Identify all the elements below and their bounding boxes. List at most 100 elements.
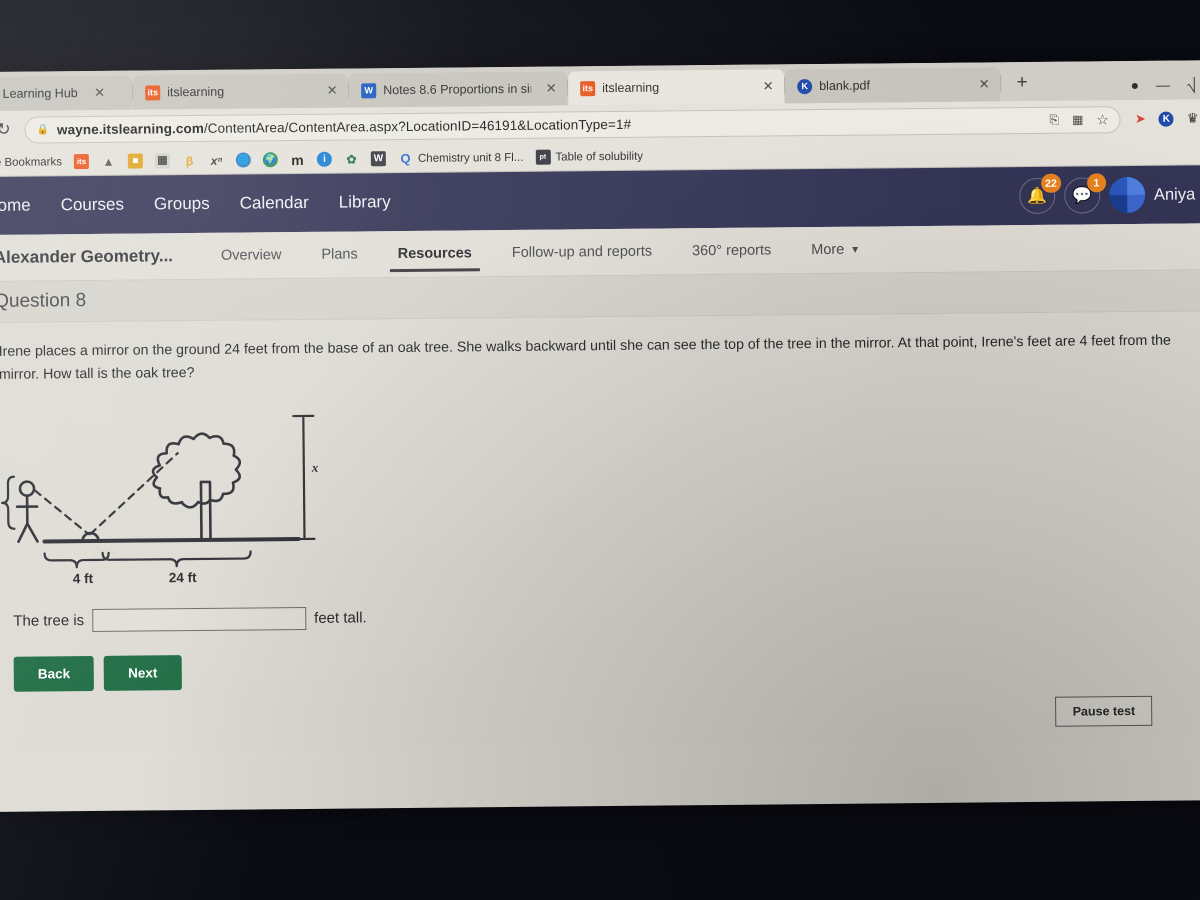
tab-close-icon[interactable]: ✕: [761, 78, 775, 94]
message-count-badge: 1: [1086, 173, 1106, 193]
bookmark-chemistry[interactable]: Q Chemistry unit 8 Fl...: [398, 150, 524, 166]
bookmark-calculator[interactable]: ▦: [154, 153, 171, 169]
tab-360-reports[interactable]: 360° reports: [672, 227, 792, 274]
bookmark-sky[interactable]: ▲: [101, 154, 116, 169]
pause-test-wrap: Pause test: [1055, 695, 1153, 727]
answer-suffix-label: feet tall.: [314, 609, 367, 627]
question-nav-buttons: Back Next: [0, 621, 1200, 692]
tab-follow-up-and-reports[interactable]: Follow-up and reports: [492, 228, 673, 276]
nav-link-home[interactable]: Home: [0, 196, 31, 216]
answer-input[interactable]: [92, 606, 307, 633]
tab-label: Plans: [321, 246, 358, 263]
kami-icon[interactable]: K: [1158, 111, 1174, 127]
bookmark-wikipedia[interactable]: W: [370, 151, 387, 167]
tab-close-icon[interactable]: ✕: [977, 76, 991, 92]
bookmark-label: Chemistry unit 8 Fl...: [417, 151, 524, 165]
m-icon: m: [291, 151, 304, 168]
address-bar[interactable]: 🔒 wayne.itslearning.com/ContentArea/Cont…: [24, 105, 1122, 144]
sky-icon: ▲: [102, 154, 115, 169]
itslearning-icon: its: [73, 154, 90, 170]
bookmark-contacts[interactable]: ■: [127, 153, 144, 169]
new-tab-button[interactable]: +: [1007, 68, 1037, 98]
tab-title: blank.pdf: [819, 78, 870, 94]
nav-link-calendar[interactable]: Calendar: [240, 193, 309, 214]
browser-tab-active[interactable]: its itslearning ✕: [568, 69, 785, 106]
earth-green-icon: 🌍: [262, 152, 279, 168]
next-button[interactable]: Next: [103, 655, 182, 691]
tab-close-icon[interactable]: ✕: [325, 83, 339, 99]
tab-overview[interactable]: Overview: [201, 232, 302, 279]
star-icon[interactable]: ☆: [1096, 111, 1109, 128]
extension-icons: ➤ K ♛: [1131, 110, 1199, 127]
grid-icon[interactable]: ▦: [1072, 112, 1083, 126]
course-tabs: Overview Plans Resources Follow-up and r…: [201, 226, 881, 279]
tab-close-icon[interactable]: ✕: [544, 81, 558, 97]
itslearning-icon: its: [145, 84, 161, 100]
bookmark-info[interactable]: i: [316, 151, 333, 167]
itslearning-icon: its: [580, 80, 596, 96]
url-path: /ContentArea/ContentArea.aspx?LocationID…: [203, 116, 632, 136]
minimize-button[interactable]: —: [1156, 77, 1170, 93]
back-button[interactable]: Back: [13, 655, 95, 692]
globe-icon: 🌐: [235, 152, 252, 168]
nav-links: Home Courses Groups Calendar Library: [0, 192, 391, 216]
math-icon: xⁿ: [210, 153, 223, 168]
word-icon: W: [361, 82, 377, 98]
pause-test-button[interactable]: Pause test: [1055, 695, 1153, 727]
tab-label: 360° reports: [692, 242, 772, 260]
question-content: Question 8 Irene places a mirror on the …: [0, 270, 1200, 752]
leaf-icon: ✿: [346, 151, 357, 167]
mirror-distance-label: 4 ft: [73, 571, 94, 586]
tree-height-label: x: [311, 460, 319, 475]
quizlet-icon: Q: [400, 150, 411, 167]
bookmark-itslearning[interactable]: its: [73, 154, 90, 170]
browser-tab[interactable]: W Notes 8.6 Proportions in sim ✕: [349, 71, 568, 108]
tab-label: More: [811, 241, 845, 259]
cast-icon[interactable]: ⎘: [1049, 112, 1059, 127]
bookmark-globe[interactable]: 🌐: [235, 152, 252, 168]
calculator-icon: ▦: [154, 153, 171, 169]
nav-link-groups[interactable]: Groups: [154, 194, 210, 215]
notifications-button[interactable]: 🔔 22: [1018, 173, 1061, 215]
window-controls: ● — ⎷: [1131, 76, 1200, 100]
omnibox-icons: ⎘ ▦ ☆: [1049, 111, 1109, 129]
pear-deck-icon[interactable]: ➤: [1135, 111, 1146, 127]
tab-title: Notes 8.6 Proportions in sim: [383, 81, 532, 98]
nav-link-courses[interactable]: Courses: [61, 195, 125, 216]
profile-icon[interactable]: ●: [1131, 77, 1140, 93]
browser-tab[interactable]: its itslearning ✕: [133, 73, 349, 110]
bookmark-earth-green[interactable]: 🌍: [262, 152, 279, 168]
diagram-svg: x 5.5 ft 4 ft 24 ft: [1, 414, 319, 586]
tab-more[interactable]: More ▼: [791, 226, 880, 273]
browser-tab[interactable]: K blank.pdf ✕: [785, 67, 1001, 104]
tab-resources[interactable]: Resources: [377, 230, 492, 277]
tab-separator: [1000, 75, 1002, 93]
browser-tab[interactable]: e Learning Hub ✕: [0, 75, 133, 112]
messages-button[interactable]: 💬 1: [1063, 173, 1106, 214]
bookmark-leaf[interactable]: ✿: [344, 151, 359, 166]
maximize-button[interactable]: ⎷: [1187, 76, 1196, 92]
reload-icon[interactable]: ↻: [0, 120, 15, 140]
avatar[interactable]: [1108, 176, 1146, 214]
tab-label: Overview: [220, 247, 282, 264]
user-name[interactable]: Aniya: [1154, 185, 1195, 204]
bookmarks-label: e Bookmarks: [0, 155, 63, 169]
tab-title: itslearning: [602, 80, 660, 96]
tab-plans[interactable]: Plans: [301, 231, 378, 278]
bookmark-math[interactable]: xⁿ: [209, 153, 224, 168]
contacts-icon: ■: [127, 153, 144, 169]
notification-count-badge: 22: [1041, 173, 1061, 193]
computer-screen: e Learning Hub ✕ its itslearning ✕ W Not…: [0, 60, 1200, 812]
bookmark-m[interactable]: m: [290, 151, 305, 168]
course-title[interactable]: Alexander Geometry...: [0, 246, 173, 268]
chevron-down-icon: ▼: [850, 244, 861, 256]
tab-label: Resources: [397, 245, 472, 263]
puzzle-icon[interactable]: ♛: [1187, 110, 1199, 126]
url-domain: wayne.itslearning.com: [56, 120, 204, 137]
tab-close-icon[interactable]: ✕: [93, 85, 107, 101]
bookmark-solubility[interactable]: pt Table of solubility: [535, 149, 643, 165]
nav-link-library[interactable]: Library: [339, 192, 391, 212]
bookmark-bitly[interactable]: β: [182, 153, 197, 168]
tab-label: Follow-up and reports: [511, 243, 653, 261]
bookmark-label: Table of solubility: [555, 150, 644, 164]
